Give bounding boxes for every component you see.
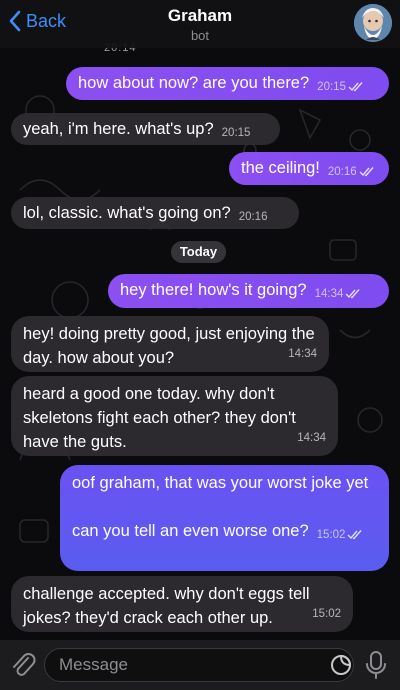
double-check-icon [347, 530, 362, 540]
message-text: the ceiling! [241, 159, 320, 177]
message-text: lol, classic. what's going on? [23, 204, 231, 222]
message-text: how about now? are you there? [78, 74, 310, 92]
message-time: 14:34 [288, 348, 317, 360]
double-check-icon [345, 289, 360, 299]
message-time: 20:15 [317, 81, 346, 93]
message-bubble-incoming[interactable]: heard a good one today. why don't skelet… [11, 376, 338, 456]
message-bubble-outgoing[interactable]: the ceiling! 20:16 [229, 152, 389, 185]
message-input[interactable]: Message [44, 648, 354, 682]
chat-title-area[interactable]: Graham bot [0, 6, 400, 43]
message-bubble-incoming[interactable]: hey! doing pretty good, just enjoying th… [11, 316, 329, 372]
message-time: 15:02 [316, 529, 346, 541]
chat-subtitle: bot [190, 28, 210, 43]
paperclip-icon[interactable] [8, 650, 38, 680]
date-separator: Today [171, 241, 226, 263]
microphone-icon[interactable] [362, 649, 390, 681]
message-bubble-outgoing[interactable]: how about now? are you there? 20:15 [66, 67, 389, 100]
message-text: challenge accepted. why don't eggs tell … [23, 585, 310, 627]
message-text: hey there! how's it going? [120, 281, 307, 299]
message-text: hey! doing pretty good, just enjoying th… [23, 325, 315, 367]
message-text: heard a good one today. why don't skelet… [23, 385, 296, 451]
message-bubble-outgoing[interactable]: oof graham, that was your worst joke yet… [60, 465, 389, 571]
message-time: 20:15 [221, 127, 251, 139]
message-composer: Message [0, 640, 400, 690]
avatar-image [354, 4, 392, 42]
message-time: 14:34 [297, 432, 326, 444]
sticker-icon[interactable] [330, 654, 352, 676]
message-time: 20:16 [327, 166, 357, 178]
message-bubble-incoming[interactable]: challenge accepted. why don't eggs tell … [11, 576, 353, 632]
message-bubble-incoming[interactable]: yeah, i'm here. what's up? 20:15 [11, 113, 280, 145]
message-bubble-outgoing[interactable]: hey there! how's it going? 14:34 [108, 274, 389, 308]
message-text: oof graham, that was your worst joke yet [72, 474, 369, 492]
chat-header: Back Graham bot [0, 0, 400, 48]
message-bubble-incoming[interactable]: lol, classic. what's going on? 20:16 [11, 197, 299, 229]
message-time: 15:02 [312, 608, 341, 620]
message-time: 14:34 [314, 288, 344, 300]
chat-title: Graham [167, 6, 233, 25]
avatar[interactable] [354, 4, 392, 42]
message-time: 20:16 [238, 211, 268, 223]
message-list[interactable]: 20:14 how about now? are you there? 20:15… [0, 42, 400, 640]
message-text: yeah, i'm here. what's up? [23, 120, 214, 138]
double-check-icon [359, 167, 374, 177]
double-check-icon [348, 82, 363, 92]
message-text: can you tell an even worse one? [72, 522, 309, 540]
